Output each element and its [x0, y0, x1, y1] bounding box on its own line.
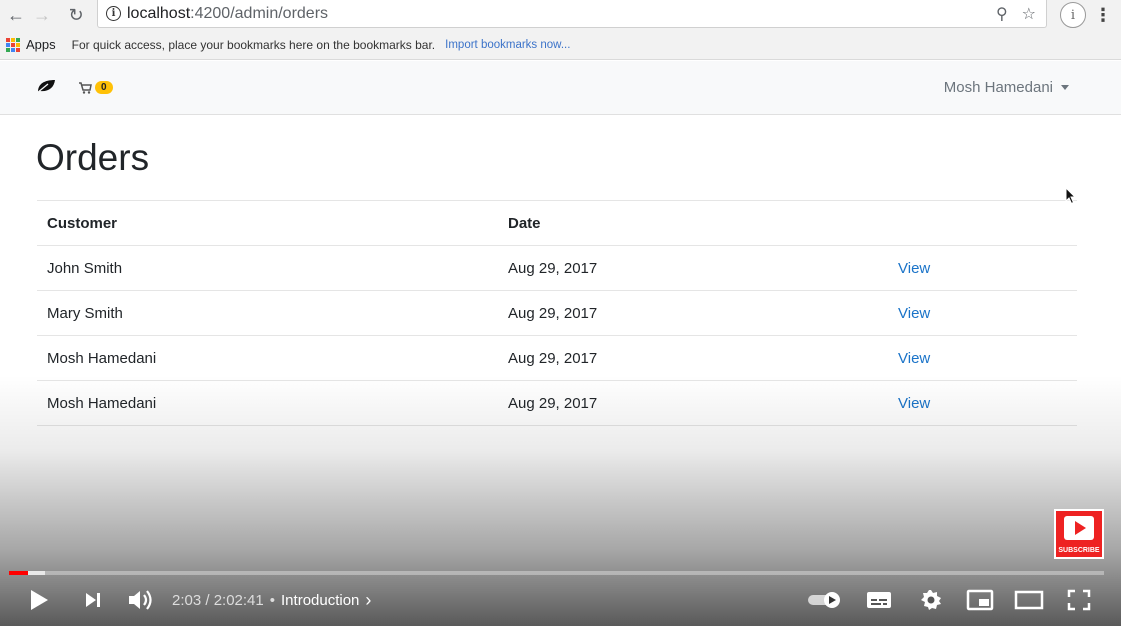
reload-icon[interactable]: ↻: [66, 5, 86, 25]
chevron-right-icon[interactable]: ›: [365, 590, 371, 611]
browser-menu-icon[interactable]: ⋮: [1094, 6, 1112, 24]
table-row: Mary Smith Aug 29, 2017 View: [37, 290, 1077, 336]
bookmark-star-icon[interactable]: ☆: [1022, 4, 1036, 24]
zoom-icon[interactable]: ⚲: [996, 4, 1008, 24]
settings-button[interactable]: [916, 582, 946, 618]
view-order-link[interactable]: View: [898, 260, 930, 277]
mouse-cursor-icon: [1065, 187, 1077, 205]
subscribe-button[interactable]: SUBSCRIBE: [1054, 509, 1104, 559]
date-cell: Aug 29, 2017: [498, 245, 888, 291]
fullscreen-icon: [1067, 589, 1091, 611]
gear-icon: [921, 590, 941, 610]
back-arrow-icon[interactable]: ←: [6, 5, 26, 25]
leaf-logo-icon[interactable]: [36, 78, 56, 94]
info-icon[interactable]: i: [106, 6, 121, 21]
miniplayer-icon: [966, 589, 994, 611]
date-cell: Aug 29, 2017: [498, 335, 888, 381]
table-row: John Smith Aug 29, 2017 View: [37, 245, 1077, 291]
page-title: Orders: [36, 137, 150, 178]
time-elapsed: 2:03 / 2:02:41: [172, 591, 264, 609]
time-separator: •: [269, 591, 276, 609]
caret-down-icon: [1061, 85, 1069, 90]
subtitles-button[interactable]: [864, 582, 894, 618]
volume-icon: [129, 590, 152, 610]
subscribe-tv-icon: [1064, 516, 1094, 540]
url-path: :4200/admin/orders: [190, 4, 329, 22]
browser-toolbar: ← → ↻ i localhost:4200/admin/orders ⚲ ☆ …: [0, 0, 1121, 30]
customer-cell: Mary Smith: [37, 290, 498, 336]
table-row: Mosh Hamedani Aug 29, 2017 View: [37, 380, 1077, 426]
column-header-actions: [888, 200, 1077, 246]
miniplayer-button[interactable]: [964, 582, 996, 618]
screen: ← → ↻ i localhost:4200/admin/orders ⚲ ☆ …: [0, 0, 1121, 626]
date-cell: Aug 29, 2017: [498, 290, 888, 336]
customer-cell: Mosh Hamedani: [37, 335, 498, 381]
forward-arrow-icon[interactable]: →: [32, 5, 52, 25]
shopping-cart-link[interactable]: 0: [78, 81, 113, 94]
cart-count-badge: 0: [95, 81, 113, 94]
date-cell: Aug 29, 2017: [498, 380, 888, 426]
theater-mode-icon: [1014, 590, 1044, 610]
import-bookmarks-link[interactable]: Import bookmarks now...: [445, 39, 570, 51]
shopping-cart-icon: [79, 81, 92, 94]
next-button[interactable]: [78, 582, 108, 618]
play-button[interactable]: [24, 582, 54, 618]
bookmarks-hint: For quick access, place your bookmarks h…: [71, 37, 436, 52]
progress-bar[interactable]: [9, 571, 1104, 575]
column-header-date: Date: [498, 200, 888, 246]
url-host: localhost: [127, 4, 191, 22]
autoplay-toggle[interactable]: [806, 582, 844, 618]
table-row: Mosh Hamedani Aug 29, 2017 View: [37, 335, 1077, 381]
orders-table: Customer Date John Smith Aug 29, 2017 Vi…: [37, 200, 1077, 426]
bookmarks-bar: Apps For quick access, place your bookma…: [0, 30, 1121, 60]
profile-avatar-icon[interactable]: i: [1060, 2, 1086, 28]
autoplay-toggle-icon: [808, 592, 840, 608]
subtitles-icon: [867, 592, 891, 608]
apps-grid-icon[interactable]: [6, 37, 20, 52]
column-header-customer: Customer: [37, 200, 498, 246]
time-display: 2:03 / 2:02:41 • Introduction ›: [172, 582, 371, 618]
theater-mode-button[interactable]: [1012, 582, 1046, 618]
customer-cell: Mosh Hamedani: [37, 380, 498, 426]
app-navbar: 0 Mosh Hamedani: [0, 61, 1121, 115]
progress-played: [9, 571, 28, 575]
chapter-title[interactable]: Introduction: [281, 592, 359, 609]
volume-button[interactable]: [124, 582, 158, 618]
view-order-link[interactable]: View: [898, 305, 930, 322]
fullscreen-button[interactable]: [1064, 582, 1094, 618]
view-order-link[interactable]: View: [898, 350, 930, 367]
user-dropdown[interactable]: Mosh Hamedani: [944, 79, 1069, 96]
user-name: Mosh Hamedani: [943, 79, 1053, 96]
skip-next-icon: [86, 593, 100, 607]
address-bar[interactable]: i localhost:4200/admin/orders ⚲ ☆: [97, 0, 1047, 28]
player-controls: 2:03 / 2:02:41 • Introduction ›: [0, 582, 1121, 622]
subscribe-label: SUBSCRIBE: [1058, 547, 1100, 554]
view-order-link[interactable]: View: [898, 395, 930, 412]
customer-cell: John Smith: [37, 245, 498, 291]
play-icon: [31, 590, 48, 610]
apps-link[interactable]: Apps: [26, 37, 56, 52]
table-header-row: Customer Date: [37, 200, 1077, 246]
